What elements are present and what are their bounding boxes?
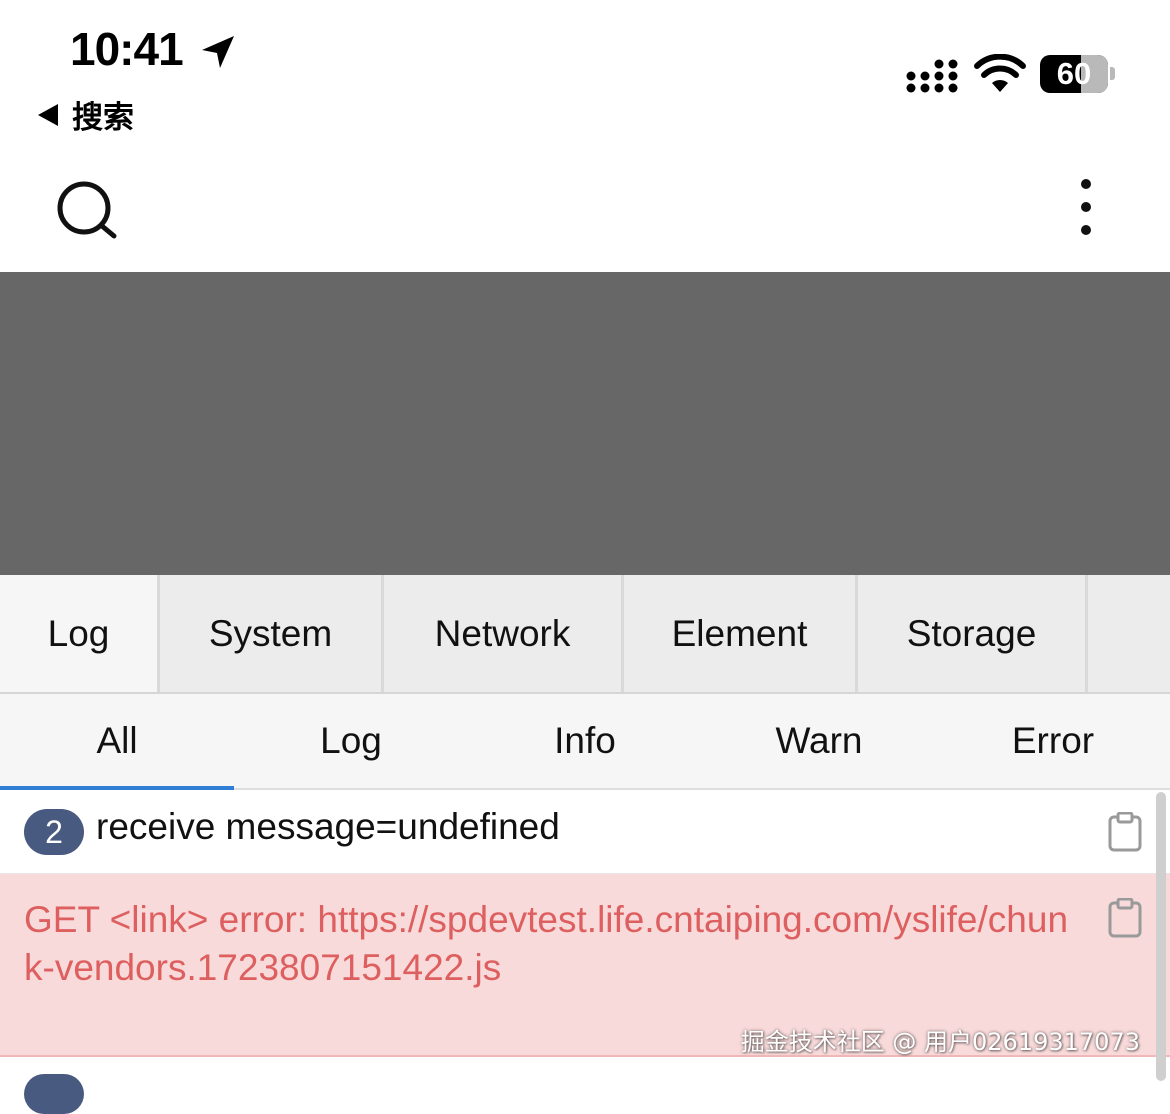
- next-entry-badge: [24, 1074, 84, 1114]
- main-tabs: Log System Network Element Storage: [0, 575, 1170, 694]
- log-message: receive message=undefined: [96, 806, 560, 847]
- filter-tab-all[interactable]: All: [0, 694, 234, 790]
- log-filter-tabs: All Log Info Warn Error: [0, 694, 1170, 790]
- tab-log[interactable]: Log: [0, 575, 160, 692]
- battery-tip: [1110, 67, 1115, 80]
- copy-clipboard-icon[interactable]: [1108, 812, 1142, 852]
- tab-element[interactable]: Element: [624, 575, 858, 692]
- error-message: GET <link> error: https://spdevtest.life…: [24, 899, 1069, 988]
- location-arrow-icon: [202, 36, 234, 68]
- tab-network[interactable]: Network: [384, 575, 624, 692]
- copy-clipboard-icon[interactable]: [1108, 898, 1142, 938]
- page-preview-area: [0, 272, 1170, 575]
- filter-tab-warn[interactable]: Warn: [702, 694, 936, 788]
- search-icon[interactable]: [52, 176, 122, 246]
- filter-tab-info[interactable]: Info: [468, 694, 702, 788]
- tab-system[interactable]: System: [160, 575, 384, 692]
- scrollbar[interactable]: [1156, 792, 1166, 1081]
- battery-percent: 60: [1056, 56, 1092, 91]
- back-to-search-button[interactable]: 搜索: [38, 92, 134, 137]
- tab-overflow[interactable]: [1088, 575, 1170, 692]
- filter-tab-log[interactable]: Log: [234, 694, 468, 788]
- tab-storage[interactable]: Storage: [858, 575, 1088, 692]
- back-arrow-icon: [38, 103, 58, 126]
- more-vertical-icon[interactable]: [1066, 172, 1106, 242]
- back-label: 搜索: [72, 100, 134, 136]
- status-time: 10:41: [70, 23, 184, 75]
- filter-tab-error[interactable]: Error: [936, 694, 1170, 788]
- battery-icon: 60: [1040, 55, 1108, 93]
- log-entry[interactable]: 2 receive message=undefined: [0, 790, 1170, 874]
- cellular-signal-icon: [906, 59, 958, 93]
- wifi-icon: [974, 54, 1026, 92]
- repeat-count-badge: 2: [24, 809, 84, 855]
- watermark: 掘金技术社区 @ 用户02619317073: [740, 1028, 1140, 1056]
